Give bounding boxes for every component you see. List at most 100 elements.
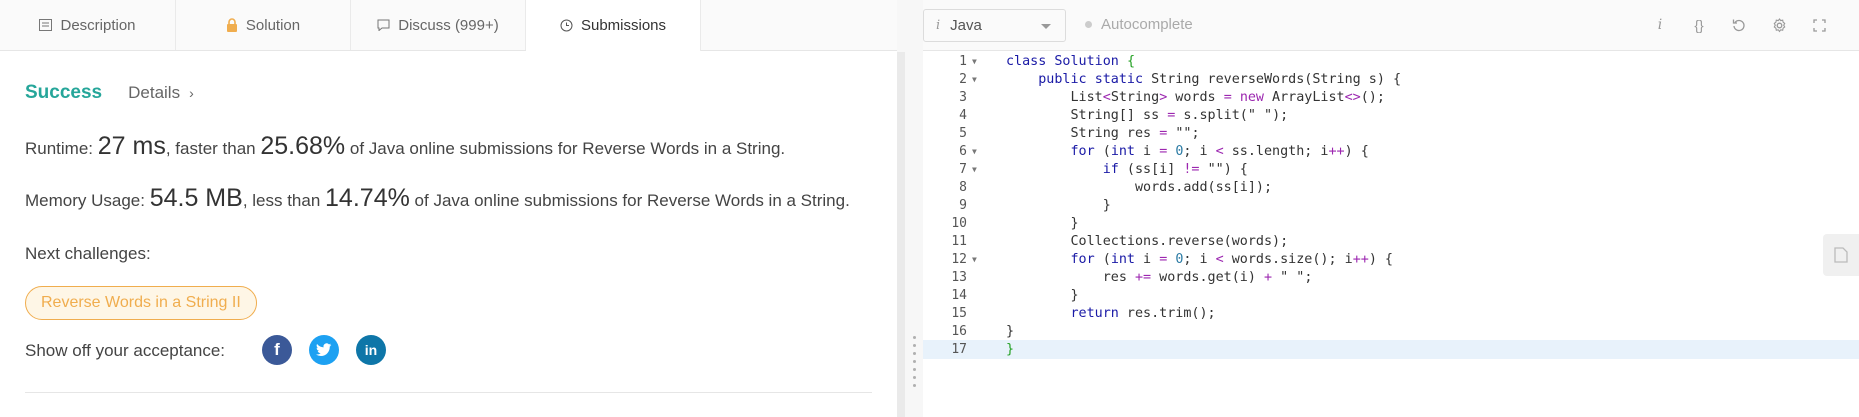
code-text: } — [1006, 324, 1015, 339]
code-text: for (int i = 0; i < ss.length; i++) { — [1070, 144, 1369, 159]
line-number: 16 — [951, 324, 967, 339]
code-text: Collections.reverse(words); — [1006, 234, 1289, 249]
memory-value: 54.5 MB — [149, 184, 243, 212]
runtime-percentile: 25.68% — [260, 132, 346, 160]
line-number: 12 — [951, 252, 967, 267]
line-number: 17 — [951, 342, 967, 357]
code-line: 3 List<String> words = new ArrayList<>()… — [923, 88, 1859, 107]
fold-arrow-icon[interactable]: ▼ — [972, 160, 977, 179]
reset-icon[interactable] — [1729, 15, 1749, 35]
line-number: 8 — [959, 180, 967, 195]
code-text: if (ss[i] != "") { — [1102, 162, 1248, 177]
result-panel: Description Solution Discuss (999+) Subm… — [0, 0, 898, 417]
code-text: return res.trim(); — [1070, 306, 1216, 321]
language-value: Java — [950, 17, 982, 34]
code-line-active: 17 } — [923, 340, 1859, 359]
memory-percentile: 14.74% — [325, 184, 410, 212]
code-text: } — [1006, 198, 1111, 213]
code-line: 15 return res.trim(); — [923, 304, 1859, 323]
tab-label: Discuss (999+) — [398, 16, 499, 34]
code-line: 5 String res = ""; — [923, 124, 1859, 143]
runtime-tail: of Java online submissions for Reverse W… — [345, 139, 786, 158]
toggle-dot-icon — [1085, 21, 1092, 28]
share-label: Show off your acceptance: — [25, 341, 226, 360]
settings-icon[interactable] — [1769, 15, 1789, 35]
facebook-icon[interactable]: f — [262, 335, 292, 365]
pane-splitter[interactable] — [897, 0, 923, 417]
fold-arrow-icon[interactable]: ▼ — [972, 250, 977, 269]
runtime-mid: , faster than — [165, 139, 261, 158]
discuss-icon — [377, 19, 390, 31]
code-text: } — [1006, 288, 1079, 303]
code-line: 1 ▼ class Solution { — [923, 52, 1859, 71]
code-panel: i Java Autocomplete i {} 1 ▼ class Solut… — [923, 0, 1859, 417]
runtime-value: 27 ms — [97, 132, 166, 160]
autocomplete-label: Autocomplete — [1101, 16, 1193, 33]
code-line: 14 } — [923, 286, 1859, 305]
code-line: 13 res += words.get(i) + " "; — [923, 268, 1859, 287]
code-text: String res = ""; — [1006, 126, 1200, 141]
braces-icon[interactable]: {} — [1689, 15, 1709, 35]
line-number: 11 — [951, 234, 967, 249]
memory-line: Memory Usage: 54.5 MB, less than 14.74% … — [25, 184, 850, 213]
chevron-right-icon: › — [189, 85, 194, 101]
fold-arrow-icon[interactable]: ▼ — [972, 52, 977, 71]
side-panel-tab[interactable] — [1823, 234, 1859, 276]
code-line: 4 String[] ss = s.split(" "); — [923, 106, 1859, 125]
tab-label: Solution — [245, 16, 301, 34]
line-number: 15 — [951, 306, 967, 321]
language-select[interactable]: i Java — [923, 9, 1066, 42]
linkedin-icon[interactable]: in — [356, 335, 386, 365]
line-number: 10 — [951, 216, 967, 231]
tab-solution[interactable]: Solution — [176, 0, 351, 50]
code-editor[interactable]: 1 ▼ class Solution { 2 ▼ public static S… — [923, 51, 1859, 417]
info-icon: i — [936, 18, 941, 33]
runtime-label: Runtime: — [25, 139, 98, 158]
code-text: for (int i = 0; i < words.size(); i++) { — [1070, 252, 1394, 267]
code-line: 7 ▼ if (ss[i] != "") { — [923, 160, 1859, 179]
line-number: 7 — [959, 162, 967, 177]
memory-tail: of Java online submissions for Reverse W… — [409, 191, 850, 210]
fold-arrow-icon[interactable]: ▼ — [972, 70, 977, 89]
editor-toolbar: i Java Autocomplete i {} — [923, 0, 1859, 51]
line-number: 4 — [959, 108, 967, 123]
next-challenge-chip[interactable]: Reverse Words in a String II — [25, 286, 257, 320]
code-text: } — [1006, 216, 1079, 231]
splitter-track — [897, 52, 905, 417]
fold-arrow-icon[interactable]: ▼ — [972, 142, 977, 161]
twitter-icon[interactable] — [309, 335, 339, 365]
document-icon — [1834, 247, 1848, 263]
code-line: 8 words.add(ss[i]); — [923, 178, 1859, 197]
memory-label: Memory Usage: — [25, 191, 150, 210]
code-text: } — [1006, 342, 1015, 357]
line-number: 1 — [959, 54, 967, 69]
code-text: res += words.get(i) + " "; — [1006, 270, 1313, 285]
chevron-down-icon — [1041, 24, 1051, 29]
drag-handle-icon[interactable] — [913, 336, 917, 387]
line-number: 13 — [951, 270, 967, 285]
lock-icon — [226, 18, 238, 32]
code-line: 11 Collections.reverse(words); — [923, 232, 1859, 251]
status-success: Success — [25, 82, 103, 103]
code-text: List<String> words = new ArrayList<>(); — [1006, 90, 1385, 105]
details-label: Details — [128, 83, 181, 102]
description-icon — [39, 19, 53, 31]
tab-description[interactable]: Description — [0, 0, 176, 50]
line-number: 6 — [959, 144, 967, 159]
info-icon[interactable]: i — [1650, 15, 1670, 35]
line-number: 5 — [959, 126, 967, 141]
next-challenges-label: Next challenges: — [25, 244, 151, 263]
details-link[interactable]: Details › — [128, 83, 194, 103]
tab-submissions[interactable]: Submissions — [526, 0, 701, 51]
code-line: 6 ▼ for (int i = 0; i < ss.length; i++) … — [923, 142, 1859, 161]
autocomplete-toggle[interactable]: Autocomplete — [1085, 16, 1193, 33]
code-line: 16 } — [923, 322, 1859, 341]
line-number: 2 — [959, 72, 967, 87]
code-line: 9 } — [923, 196, 1859, 215]
clock-icon — [560, 19, 573, 32]
fullscreen-icon[interactable] — [1809, 15, 1829, 35]
tab-bar: Description Solution Discuss (999+) Subm… — [0, 0, 897, 51]
tab-discuss[interactable]: Discuss (999+) — [351, 0, 526, 50]
facebook-glyph: f — [274, 340, 280, 359]
code-text: class Solution { — [1006, 54, 1135, 69]
